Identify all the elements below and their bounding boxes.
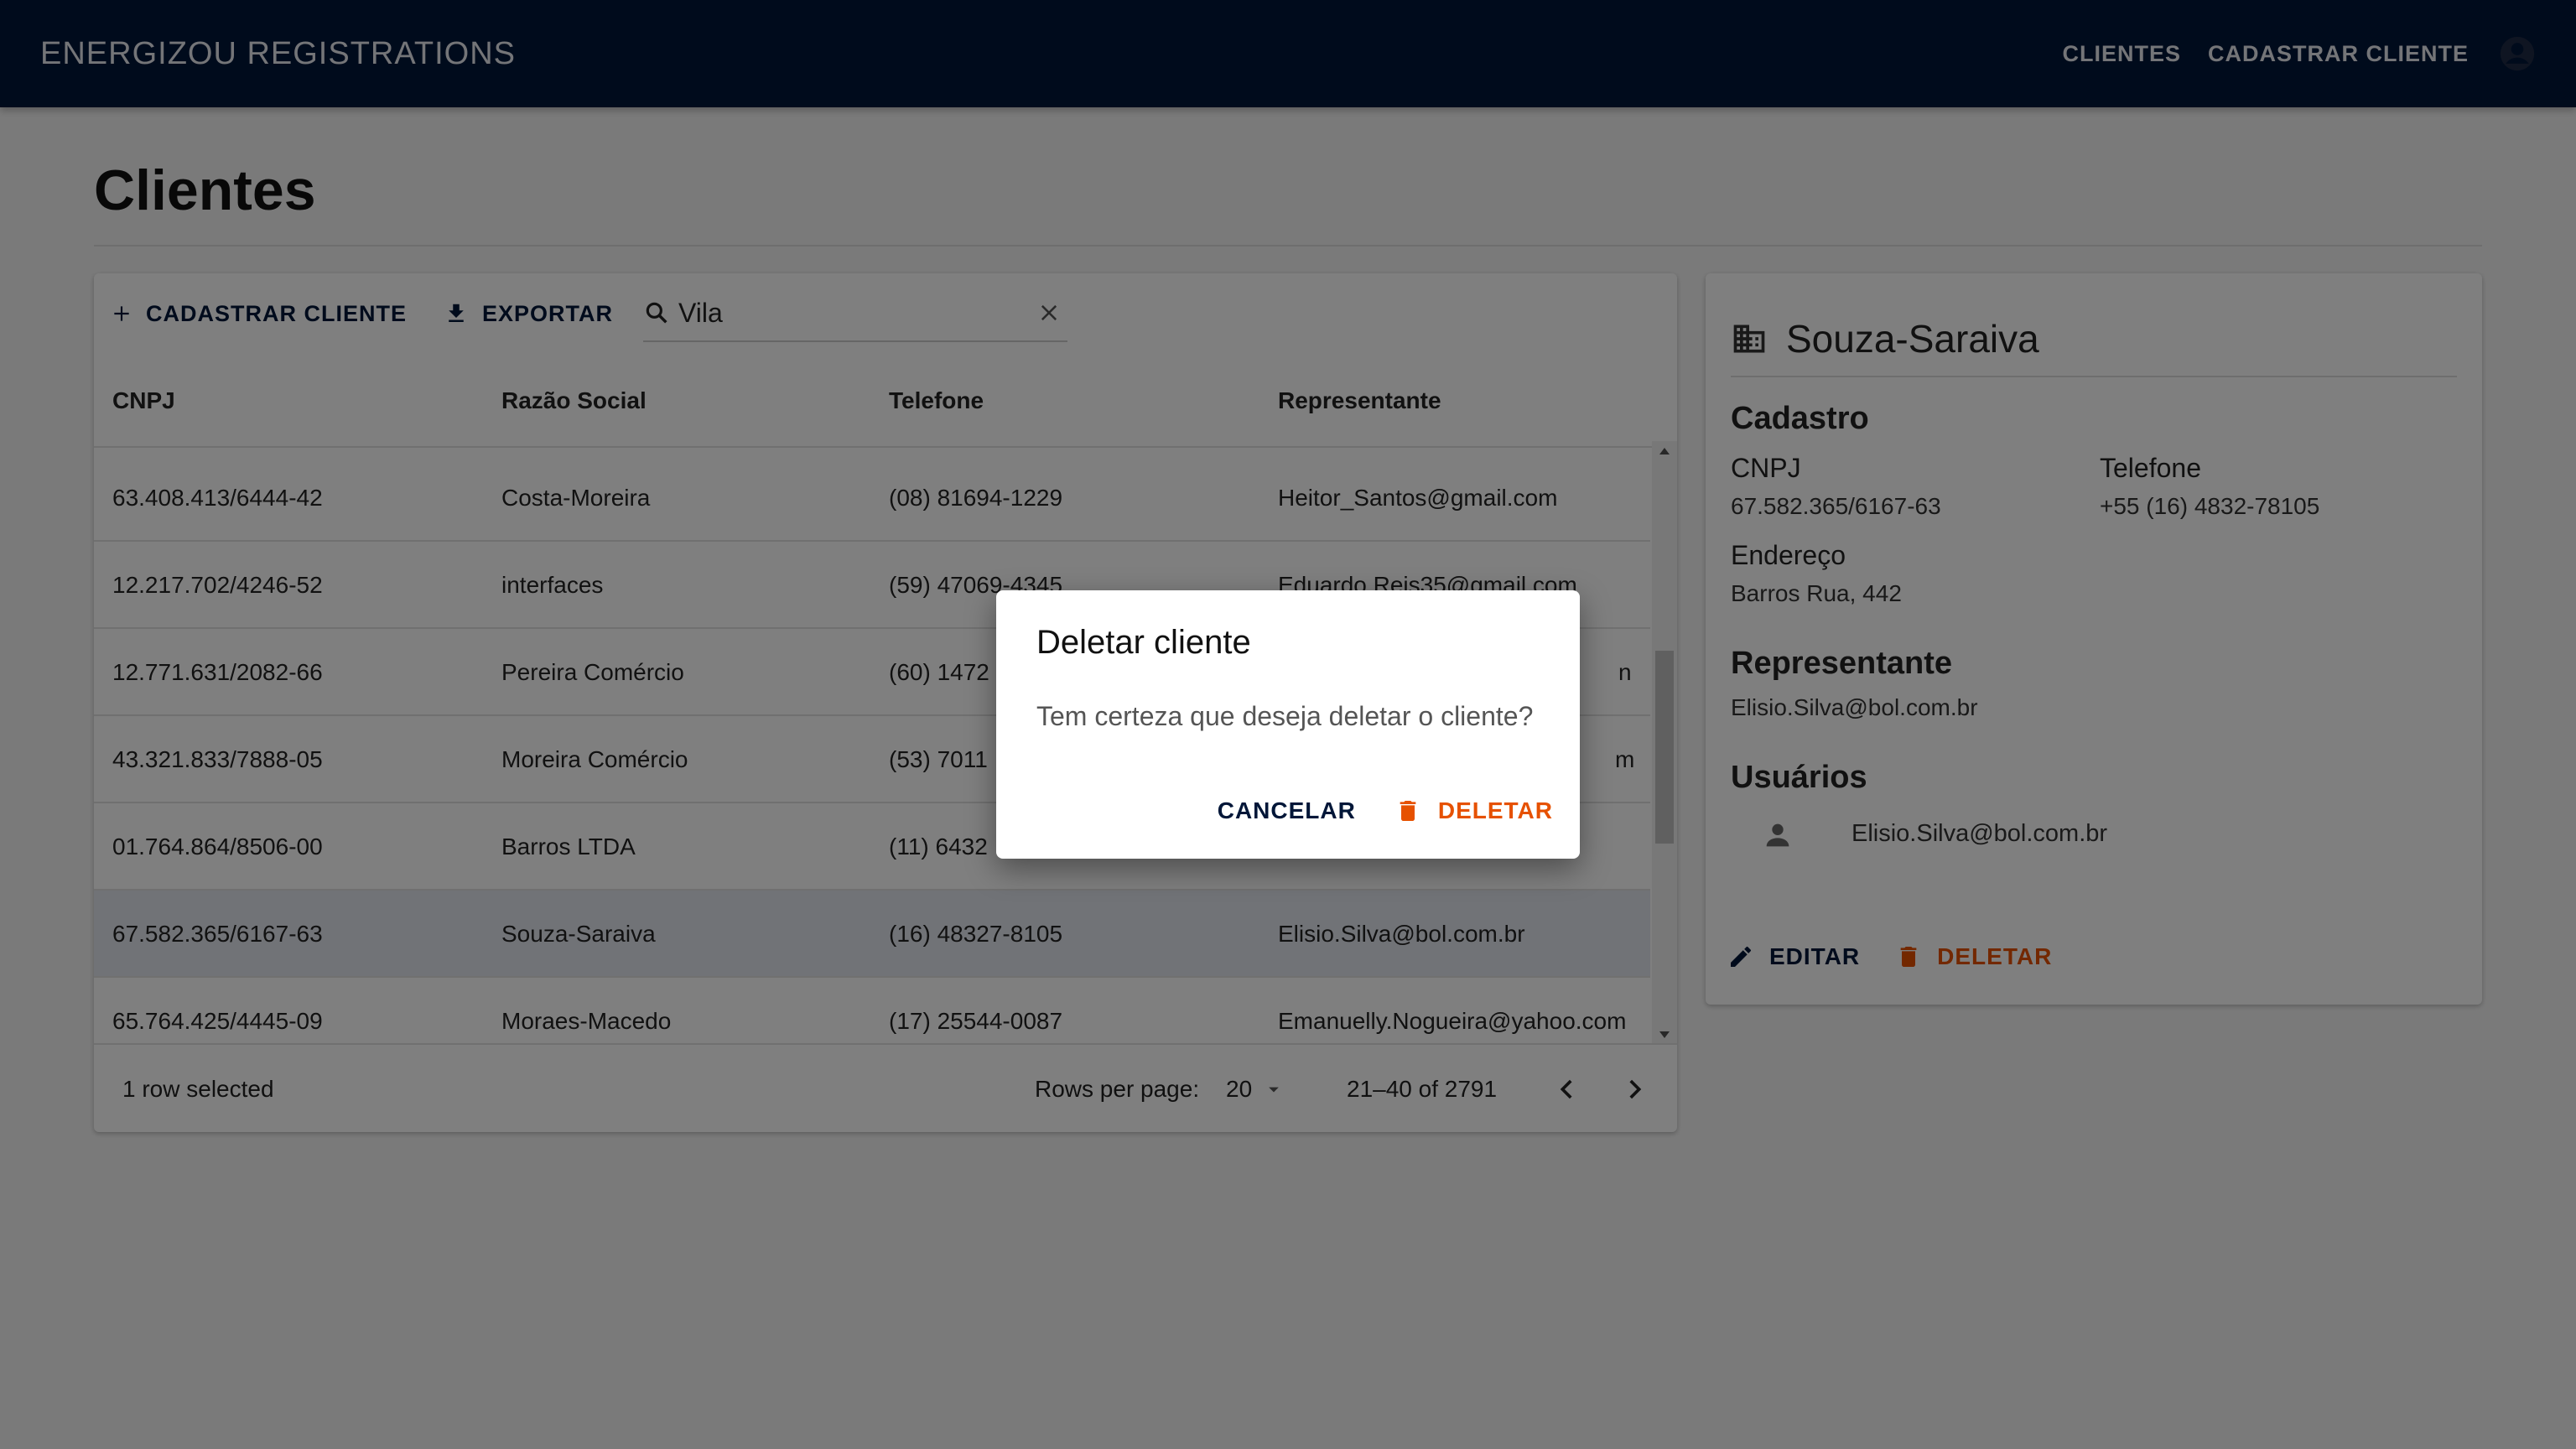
- cancel-label: CANCELAR: [1217, 797, 1356, 823]
- confirm-delete-label: DELETAR: [1437, 797, 1553, 823]
- cancel-button[interactable]: CANCELAR: [1218, 797, 1356, 824]
- dialog-title: Deletar cliente: [1036, 624, 1251, 661]
- dialog-message: Tem certeza que deseja deletar o cliente…: [1036, 701, 1534, 731]
- dialog-actions: CANCELAR DELETAR: [1179, 797, 1553, 825]
- trash-icon: [1400, 801, 1416, 821]
- delete-client-dialog: Deletar cliente Tem certeza que deseja d…: [996, 590, 1580, 859]
- confirm-delete-button[interactable]: DELETAR: [1394, 797, 1553, 825]
